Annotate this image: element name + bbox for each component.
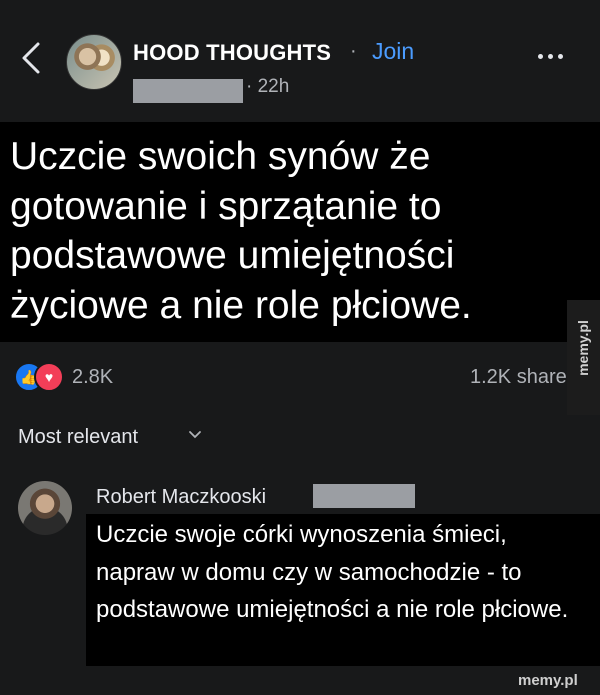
chevron-down-icon[interactable] [188,428,202,442]
share-count[interactable]: 1.2K shares [470,366,570,389]
post-text: Uczcie swoich synów że gotowanie i sprzą… [10,135,472,327]
page-avatar[interactable] [66,34,122,90]
more-dots-icon[interactable] [538,46,578,66]
back-chevron-icon[interactable] [18,40,44,76]
redacted-comment-meta [313,484,415,508]
comment-author[interactable]: Robert Maczkooski [96,486,266,509]
watermark-bottom: memy.pl [518,672,578,689]
post-time: · 22h [246,76,290,97]
comment-text: Uczcie swoje córki wynoszenia śmieci, na… [96,521,569,623]
reaction-count[interactable]: 2.8K [72,366,113,389]
watermark-side: memy.pl [575,320,591,376]
header-separator: · [350,40,357,62]
love-icon: ♥ [34,362,64,392]
redacted-author [133,79,243,103]
comment-avatar[interactable] [18,481,72,535]
join-button[interactable]: Join [372,38,414,65]
page-name[interactable]: HOOD THOUGHTS [133,40,331,66]
comments-filter[interactable]: Most relevant [18,426,138,449]
